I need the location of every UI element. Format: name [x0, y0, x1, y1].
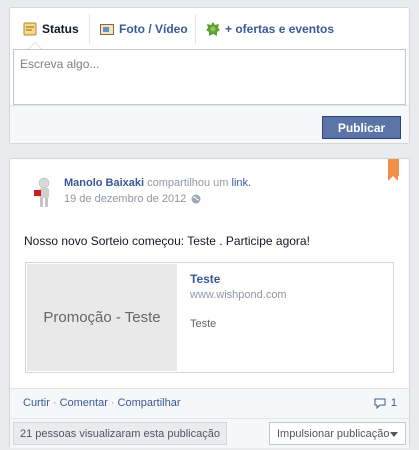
like-link[interactable]: Curtir: [23, 397, 50, 409]
tab-status-label: Status: [42, 22, 79, 36]
action-text: compartilhou um: [147, 177, 229, 189]
action-links: Curtir · Comentar · Compartilhar: [23, 397, 181, 409]
post-text: Nosso novo Sorteio começou: Teste . Part…: [24, 234, 310, 248]
comments-count[interactable]: 1: [374, 397, 397, 409]
shared-link[interactable]: link.: [232, 177, 252, 189]
status-input-placeholder: Escreva algo...: [20, 57, 100, 71]
post-header: Manolo Baixaki compartilhou um link.: [64, 177, 251, 189]
separator-dot: ·: [110, 397, 115, 409]
tab-offers-events-label: + ofertas e eventos: [225, 22, 335, 36]
composer-tabs: Status Foto / Vídeo + ofertas e eventos: [10, 8, 409, 49]
status-icon: [23, 22, 37, 36]
attachment-description: Teste: [190, 318, 217, 330]
composer: Status Foto / Vídeo + ofertas e eventos …: [9, 7, 410, 144]
avatar[interactable]: [27, 175, 60, 208]
tab-photo-video[interactable]: Foto / Vídeo: [100, 16, 188, 42]
separator-dot: ·: [52, 397, 57, 409]
attachment-url: www.wishpond.com: [190, 289, 287, 301]
tab-divider: [89, 14, 90, 44]
attachment-image-text: Promoção - Teste: [43, 309, 161, 326]
tab-photo-video-label: Foto / Vídeo: [119, 22, 188, 36]
link-attachment[interactable]: Promoção - Teste Teste www.wishpond.com …: [25, 262, 394, 373]
attachment-image[interactable]: Promoção - Teste: [27, 264, 177, 371]
post-date[interactable]: 19 de dezembro de 2012: [64, 193, 186, 205]
post-meta: 19 de dezembro de 2012: [64, 193, 201, 205]
globe-icon[interactable]: [191, 194, 201, 204]
share-link[interactable]: Compartilhar: [118, 397, 181, 409]
bookmark-icon[interactable]: [388, 159, 399, 181]
post-stats: 21 pessoas visualizaram esta publicação …: [10, 418, 409, 448]
post-actions: Curtir · Comentar · Compartilhar 1: [10, 388, 409, 418]
publish-button[interactable]: Publicar: [322, 116, 401, 139]
comments-count-value: 1: [390, 397, 397, 409]
status-input[interactable]: Escreva algo...: [13, 49, 406, 105]
offers-events-icon: [206, 22, 220, 36]
boost-post-label: Impulsionar publicação: [277, 427, 390, 440]
views-count: 21 pessoas visualizaram esta publicação: [13, 422, 227, 445]
tab-divider: [195, 14, 196, 44]
tab-offers-events[interactable]: + ofertas e eventos: [206, 16, 334, 42]
comment-icon: [374, 398, 386, 409]
comment-link[interactable]: Comentar: [60, 397, 108, 409]
attachment-title[interactable]: Teste: [190, 272, 220, 286]
tab-status[interactable]: Status: [23, 16, 79, 42]
author-name[interactable]: Manolo Baixaki: [64, 177, 144, 189]
composer-footer: Publicar: [10, 105, 409, 143]
photo-video-icon: [100, 24, 114, 35]
post-card: Manolo Baixaki compartilhou um link. 19 …: [9, 158, 410, 448]
boost-post-dropdown[interactable]: Impulsionar publicação: [269, 422, 406, 445]
chevron-down-icon: [390, 432, 398, 437]
active-tab-caret: [28, 42, 42, 49]
